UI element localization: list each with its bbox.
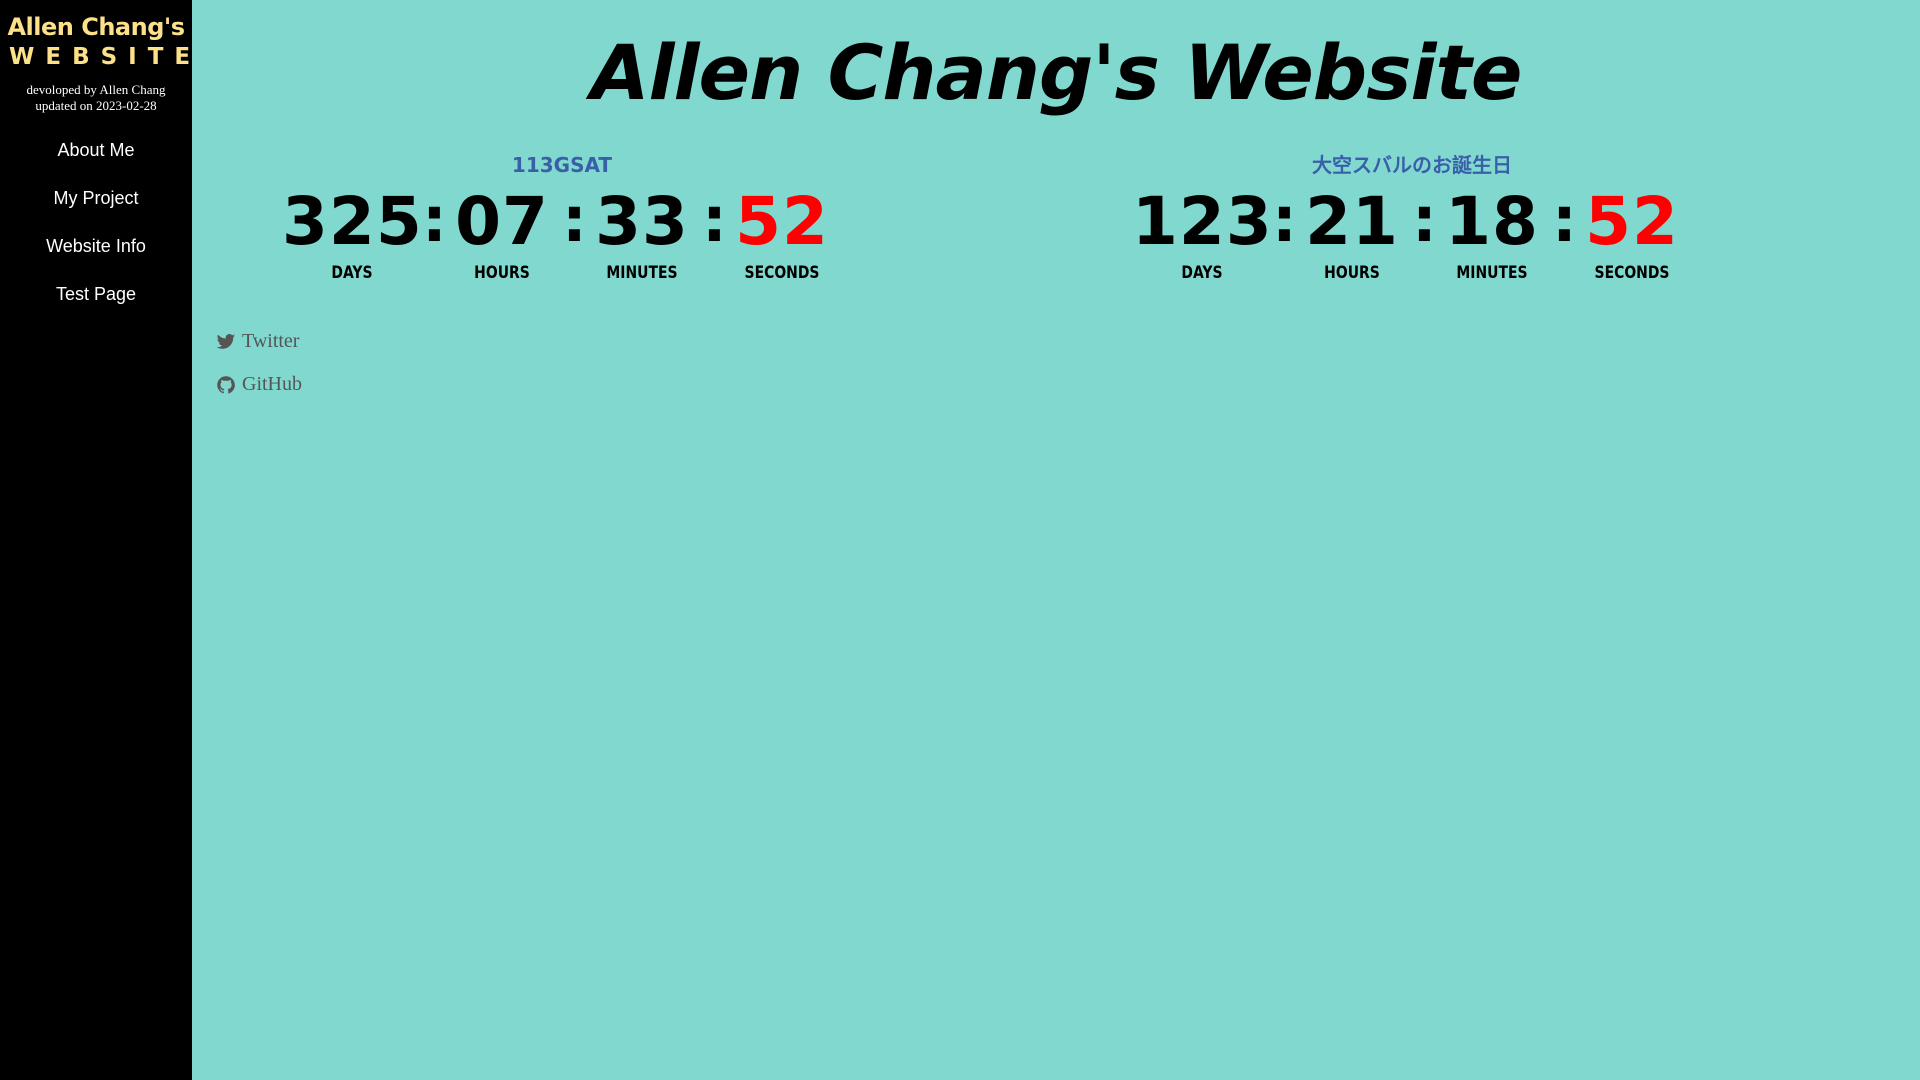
hours-value: 21 — [1305, 183, 1399, 260]
nav-test-page[interactable]: Test Page — [0, 282, 192, 330]
countdown-subaru-birthday: 大空スバルのお誕生日 123 DAYS : 21 HOURS : 18 MINU… — [1132, 150, 1692, 284]
countdown-title: 大空スバルのお誕生日 — [1312, 153, 1512, 177]
minutes-value: 18 — [1445, 183, 1539, 260]
logo-line1: Allen Chang's — [7, 13, 185, 41]
github-label: GitHub — [242, 373, 302, 395]
main-content: Allen Chang's Website 113GSAT 325 DAYS :… — [192, 0, 1920, 1080]
seconds-label: SECONDS — [1594, 263, 1670, 283]
developed-by-text: devoloped by Allen Chang — [26, 82, 166, 97]
site-logo[interactable]: Allen Chang's WEBSITE — [0, 0, 192, 72]
sidebar: Allen Chang's WEBSITE devoloped by Allen… — [0, 0, 192, 1080]
social-links: Twitter GitHub — [216, 320, 302, 406]
seconds-value: 52 — [1585, 183, 1679, 260]
hours-label: HOURS — [474, 263, 530, 283]
hours-value: 07 — [455, 183, 549, 260]
separator: : — [422, 183, 447, 256]
countdown-title: 113GSAT — [511, 153, 613, 177]
separator: : — [562, 183, 587, 256]
days-label: DAYS — [1181, 263, 1223, 283]
days-label: DAYS — [331, 263, 373, 283]
countdown-hours: 07 HOURS — [442, 184, 562, 284]
nav-website-info[interactable]: Website Info — [0, 234, 192, 282]
twitter-icon — [216, 333, 236, 349]
seconds-label: SECONDS — [744, 263, 820, 283]
countdown-days: 123 DAYS — [1132, 184, 1272, 284]
countdown-seconds: 52 SECONDS — [722, 184, 842, 284]
separator: : — [1412, 183, 1437, 256]
seconds-value: 52 — [735, 183, 829, 260]
page-title: Allen Chang's Website — [590, 28, 1523, 117]
countdown-minutes: 33 MINUTES — [582, 184, 702, 284]
countdown-hours: 21 HOURS — [1292, 184, 1412, 284]
minutes-value: 33 — [595, 183, 689, 260]
countdown-minutes: 18 MINUTES — [1432, 184, 1552, 284]
github-icon — [217, 375, 235, 394]
twitter-label: Twitter — [242, 330, 300, 352]
countdown-gsat: 113GSAT 325 DAYS : 07 HOURS : 33 MINUTES… — [282, 150, 842, 284]
days-value: 123 — [1132, 183, 1273, 260]
separator: : — [1272, 183, 1297, 256]
updated-on-text: updated on 2023-02-28 — [35, 98, 157, 113]
hours-label: HOURS — [1324, 263, 1380, 283]
nav-my-project[interactable]: My Project — [0, 186, 192, 234]
countdown-seconds: 52 SECONDS — [1572, 184, 1692, 284]
days-value: 325 — [282, 183, 423, 260]
logo-line2: WEBSITE — [9, 44, 202, 70]
countdown-days: 325 DAYS — [282, 184, 422, 284]
countdown-row: 123 DAYS : 21 HOURS : 18 MINUTES : 52 SE… — [1132, 184, 1692, 284]
site-credits: devoloped by Allen Chang updated on 2023… — [0, 82, 192, 114]
github-link[interactable]: GitHub — [216, 363, 302, 406]
nav-about-me[interactable]: About Me — [0, 138, 192, 186]
separator: : — [1552, 183, 1577, 256]
sidebar-nav: About Me My Project Website Info Test Pa… — [0, 138, 192, 330]
countdown-row: 325 DAYS : 07 HOURS : 33 MINUTES : 52 SE… — [282, 184, 842, 284]
separator: : — [702, 183, 727, 256]
twitter-link[interactable]: Twitter — [216, 320, 302, 363]
minutes-label: MINUTES — [606, 263, 678, 283]
minutes-label: MINUTES — [1456, 263, 1528, 283]
